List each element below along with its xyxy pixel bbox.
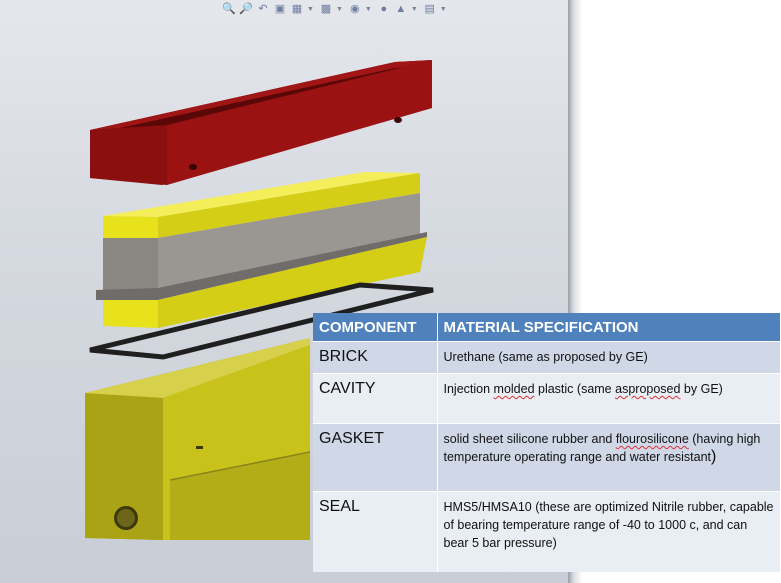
material-spec-table: COMPONENT MATERIAL SPECIFICATION BRICK U… xyxy=(313,313,780,572)
column-header-component: COMPONENT xyxy=(313,313,438,342)
spec-cell: HMS5/HMSA10 (these are optimized Nitrile… xyxy=(437,491,780,572)
component-cell: CAVITY xyxy=(313,373,438,424)
spec-cell: Injection molded plastic (same aspropose… xyxy=(437,373,780,424)
cover-hole xyxy=(189,164,197,170)
column-header-material-spec: MATERIAL SPECIFICATION xyxy=(437,313,780,342)
table-row: GASKET solid sheet silicone rubber and f… xyxy=(313,423,780,492)
table-row: CAVITY Injection molded plastic (same as… xyxy=(313,373,780,424)
table-header-row: COMPONENT MATERIAL SPECIFICATION xyxy=(313,313,780,342)
table-row: BRICK Urethane (same as proposed by GE) xyxy=(313,341,780,374)
red-cover-part[interactable] xyxy=(90,60,432,185)
base-slot xyxy=(196,446,203,449)
spec-cell: Urethane (same as proposed by GE) xyxy=(437,341,780,374)
spec-cell: solid sheet silicone rubber and flourosi… xyxy=(437,423,780,492)
base-housing-part[interactable] xyxy=(85,338,311,540)
table-row: SEAL HMS5/HMSA10 (these are optimized Ni… xyxy=(313,491,780,572)
component-cell: SEAL xyxy=(313,491,438,572)
component-cell: BRICK xyxy=(313,341,438,374)
component-cell: GASKET xyxy=(313,423,438,492)
cover-hole xyxy=(394,117,402,123)
